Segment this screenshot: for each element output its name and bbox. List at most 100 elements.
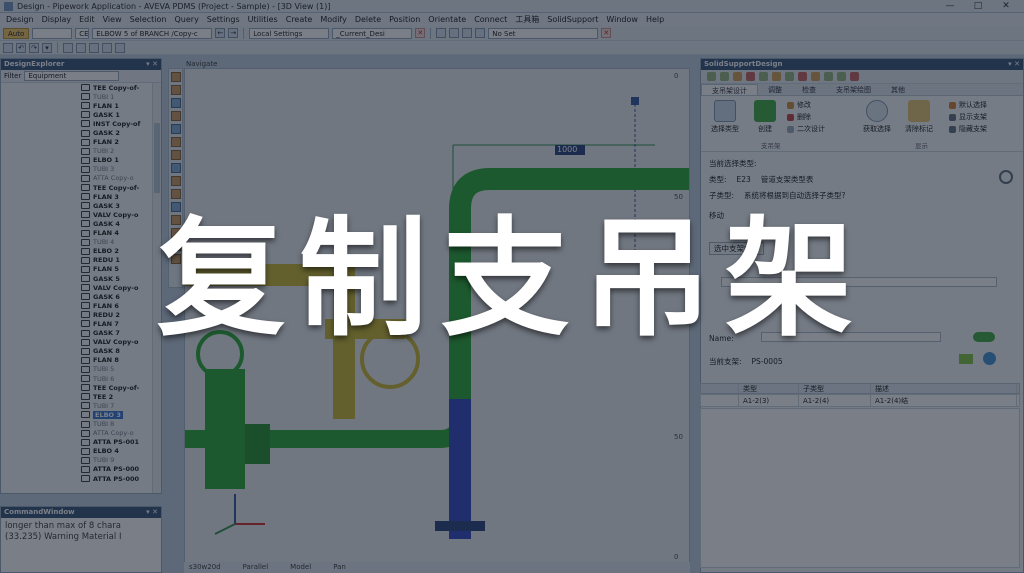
default-select-button[interactable]: 默认选择 <box>949 100 987 110</box>
tree-item[interactable]: TEE Copy-of- <box>81 383 153 392</box>
clear-marks-button[interactable]: 清除标记 <box>899 100 939 134</box>
dropdown-icon[interactable]: ▾ <box>42 42 52 53</box>
tree-item[interactable]: GASK 1 <box>81 110 153 119</box>
menu-item[interactable]: Settings <box>203 15 244 24</box>
tree-item[interactable]: ATTA PS-000 <box>81 465 153 474</box>
support-tool-icon[interactable] <box>733 72 742 81</box>
support-tool-icon[interactable] <box>785 72 794 81</box>
save-icon[interactable] <box>449 28 460 38</box>
tree-item[interactable]: TUBI 8 <box>81 419 153 428</box>
support-tool-icon[interactable] <box>772 72 781 81</box>
menu-item[interactable]: Query <box>170 15 202 24</box>
auto-button[interactable]: Auto <box>3 27 30 39</box>
tool-icon[interactable] <box>170 111 181 121</box>
menu-item[interactable]: Connect <box>470 15 511 24</box>
model-mode[interactable]: Model <box>290 562 311 573</box>
menu-item[interactable]: Display <box>38 15 76 24</box>
tool-icon[interactable] <box>170 189 181 199</box>
close-button[interactable]: ✕ <box>992 0 1020 13</box>
filter-combo[interactable]: Equipment <box>24 71 120 81</box>
tree-item[interactable]: ATTA PS-001 <box>81 438 153 447</box>
menu-item[interactable]: Create <box>282 15 317 24</box>
search-icon[interactable] <box>999 170 1013 184</box>
tool-icon[interactable] <box>170 150 181 160</box>
modify-button[interactable]: 修改 <box>787 100 811 110</box>
tree-item[interactable]: FLAN 8 <box>81 356 153 365</box>
tree-item[interactable]: TUBI 2 <box>81 147 153 156</box>
tab-support-drawing[interactable]: 支吊架绘图 <box>826 84 881 95</box>
tool-icon[interactable] <box>170 163 181 173</box>
menu-item[interactable]: Edit <box>75 15 99 24</box>
tree-item[interactable]: GASK 2 <box>81 128 153 137</box>
tree-item[interactable]: INST Copy-of <box>81 119 153 128</box>
zoom-icon[interactable] <box>115 42 125 53</box>
tree-item[interactable]: TUBI 6 <box>81 374 153 383</box>
tree-item[interactable]: TEE 2 <box>81 392 153 401</box>
menu-item[interactable]: Design <box>2 15 38 24</box>
tool-icon[interactable] <box>170 124 181 134</box>
settings-combo[interactable]: Local Settings <box>249 27 330 39</box>
panel-close-icon[interactable]: ▾ ✕ <box>146 507 158 518</box>
maximize-button[interactable]: □ <box>964 0 992 13</box>
tree-item[interactable]: ATTA PS-000 <box>81 474 153 483</box>
current-element-combo[interactable]: ELBOW 5 of BRANCH /Copy-c <box>92 27 213 39</box>
list-icon[interactable] <box>76 42 86 53</box>
clear-icon[interactable]: ✕ <box>415 28 426 38</box>
support-tool-icon[interactable] <box>837 72 846 81</box>
remove-set-icon[interactable]: ✕ <box>601 28 612 38</box>
scroll-thumb[interactable] <box>154 123 160 193</box>
blank-combo[interactable] <box>32 27 73 39</box>
menu-item[interactable]: Selection <box>126 15 171 24</box>
support-tool-icon[interactable] <box>811 72 820 81</box>
tree-item[interactable]: ATTA Copy-o <box>81 429 153 438</box>
secondary-design-button[interactable]: 二次设计 <box>787 124 825 134</box>
pointer-icon[interactable] <box>63 42 73 53</box>
tree-item[interactable]: FLAN 1 <box>81 101 153 110</box>
hide-support-button[interactable]: 隐藏支架 <box>949 124 987 134</box>
tab-other[interactable]: 其他 <box>881 84 915 95</box>
tool-icon[interactable] <box>170 176 181 186</box>
grid-header-cell[interactable]: 类型 <box>739 384 799 393</box>
table-row[interactable]: A1-2(3) A1-2(4) A1-2(4)结 <box>700 394 1020 407</box>
support-tool-icon[interactable] <box>798 72 807 81</box>
show-support-button[interactable]: 显示支架 <box>949 112 987 122</box>
tree-item[interactable]: TUBI 3 <box>81 165 153 174</box>
panel-close-icon[interactable]: ▾ ✕ <box>146 59 158 70</box>
menu-item[interactable]: Utilities <box>244 15 282 24</box>
tree-item[interactable]: ELBO 4 <box>81 447 153 456</box>
redo-icon[interactable]: ↷ <box>29 42 39 53</box>
tree-item[interactable]: TEE Copy-of- <box>81 183 153 192</box>
refresh-icon[interactable] <box>462 28 473 38</box>
copy-icon[interactable] <box>436 28 447 38</box>
menu-item[interactable]: Delete <box>351 15 385 24</box>
support-tool-icon[interactable] <box>759 72 768 81</box>
tab-support-design[interactable]: 支吊架设计 <box>701 84 758 95</box>
view-icon[interactable] <box>89 42 99 53</box>
tab-check[interactable]: 检查 <box>792 84 826 95</box>
support-tool-icon[interactable] <box>746 72 755 81</box>
menu-item[interactable]: Modify <box>316 15 351 24</box>
pan-mode[interactable]: Pan <box>333 562 346 573</box>
menu-item[interactable]: View <box>99 15 126 24</box>
support-tool-icon[interactable] <box>850 72 859 81</box>
menu-item[interactable]: Orientate <box>424 15 470 24</box>
panel-close-icon[interactable]: ▾ ✕ <box>1008 59 1020 70</box>
minimize-button[interactable]: — <box>936 0 964 13</box>
tool-icon[interactable] <box>170 137 181 147</box>
support-tool-icon[interactable] <box>824 72 833 81</box>
projection-mode[interactable]: Parallel <box>243 562 269 573</box>
back-arrow-icon[interactable]: ← <box>215 28 226 38</box>
tab-adjust[interactable]: 调整 <box>758 84 792 95</box>
grid-header-cell[interactable]: 描述 <box>871 384 1017 393</box>
menu-item[interactable]: SolidSupport <box>543 15 602 24</box>
grid-row-expander[interactable] <box>701 395 739 406</box>
tag-icon[interactable] <box>959 354 973 364</box>
tree-item[interactable]: TUBI 5 <box>81 365 153 374</box>
tree-item[interactable]: TUBI 7 <box>81 401 153 410</box>
tree-item[interactable]: TEE Copy-of- <box>81 83 153 92</box>
support-tool-icon[interactable] <box>707 72 716 81</box>
create-button[interactable]: 创建 <box>745 100 785 134</box>
pin-icon[interactable] <box>3 42 13 53</box>
tree-item[interactable]: ELBO 3 <box>81 410 153 419</box>
support-tool-icon[interactable] <box>720 72 729 81</box>
